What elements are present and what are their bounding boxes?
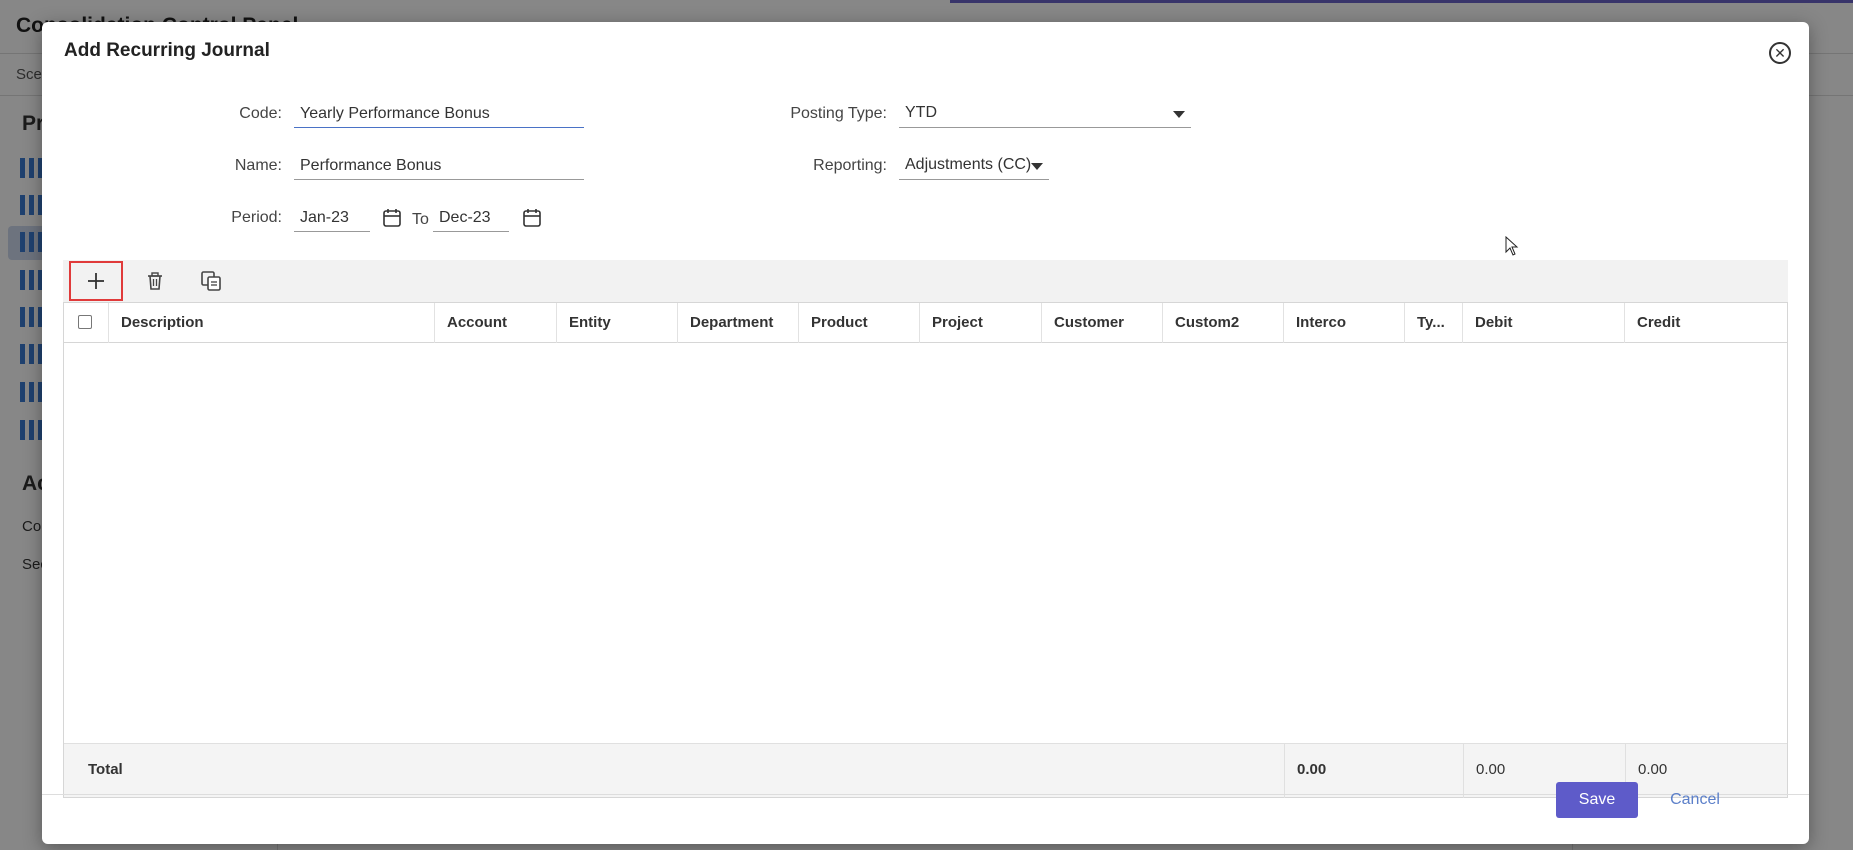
column-header-customer[interactable]: Customer: [1042, 303, 1163, 343]
grid-header: Description Account Entity Department Pr…: [64, 303, 1787, 343]
copy-row-button[interactable]: [193, 263, 229, 299]
column-header-custom2[interactable]: Custom2: [1163, 303, 1284, 343]
cancel-button[interactable]: Cancel: [1660, 782, 1730, 818]
posting-type-select[interactable]: YTD: [899, 100, 1191, 128]
add-row-button[interactable]: [69, 261, 123, 301]
interco-total: 0.00: [1284, 744, 1463, 798]
select-all-column: [64, 303, 109, 343]
posting-type-label: Posting Type:: [790, 105, 887, 122]
calendar-icon[interactable]: [382, 208, 402, 228]
add-recurring-journal-dialog: Add Recurring Journal ✕ Code: Name: Peri…: [42, 22, 1809, 844]
column-header-account[interactable]: Account: [435, 303, 557, 343]
delete-row-button[interactable]: [137, 263, 173, 299]
period-to-input[interactable]: [433, 204, 509, 232]
code-label: Code:: [239, 105, 282, 122]
dialog-title: Add Recurring Journal: [64, 40, 270, 61]
dialog-footer: [42, 794, 1809, 844]
period-label: Period:: [231, 209, 282, 226]
grid-footer: Total 0.00 0.00 0.00: [64, 743, 1787, 798]
column-header-entity[interactable]: Entity: [557, 303, 678, 343]
name-label: Name:: [234, 157, 282, 174]
plus-icon: [88, 273, 104, 289]
code-input[interactable]: [294, 100, 584, 128]
column-header-product[interactable]: Product: [799, 303, 920, 343]
reporting-select[interactable]: Adjustments (CC): [899, 152, 1049, 180]
select-all-checkbox[interactable]: [78, 315, 92, 329]
chevron-down-icon: [1031, 163, 1043, 170]
grid-toolbar: [63, 260, 1788, 302]
column-header-department[interactable]: Department: [678, 303, 799, 343]
name-input[interactable]: [294, 152, 584, 180]
chevron-down-icon: [1173, 111, 1185, 118]
period-from-input[interactable]: [294, 204, 370, 232]
journal-lines-grid: Description Account Entity Department Pr…: [63, 302, 1788, 798]
column-header-interco[interactable]: Interco: [1284, 303, 1405, 343]
calendar-icon[interactable]: [522, 208, 542, 228]
column-header-credit[interactable]: Credit: [1625, 303, 1787, 343]
column-header-debit[interactable]: Debit: [1463, 303, 1625, 343]
grid-body: [64, 343, 1787, 743]
reporting-value: Adjustments (CC): [905, 156, 1032, 173]
column-header-description[interactable]: Description: [109, 303, 435, 343]
save-button[interactable]: Save: [1556, 782, 1638, 818]
to-label: To: [412, 211, 429, 228]
mouse-pointer-icon: [1505, 236, 1519, 256]
total-label: Total: [88, 761, 123, 778]
reporting-label: Reporting:: [813, 157, 887, 174]
posting-type-value: YTD: [905, 104, 937, 121]
copy-icon: [201, 271, 221, 291]
column-header-project[interactable]: Project: [920, 303, 1042, 343]
column-header-type[interactable]: Ty...: [1405, 303, 1463, 343]
close-icon[interactable]: ✕: [1769, 42, 1791, 64]
trash-icon: [148, 272, 162, 290]
